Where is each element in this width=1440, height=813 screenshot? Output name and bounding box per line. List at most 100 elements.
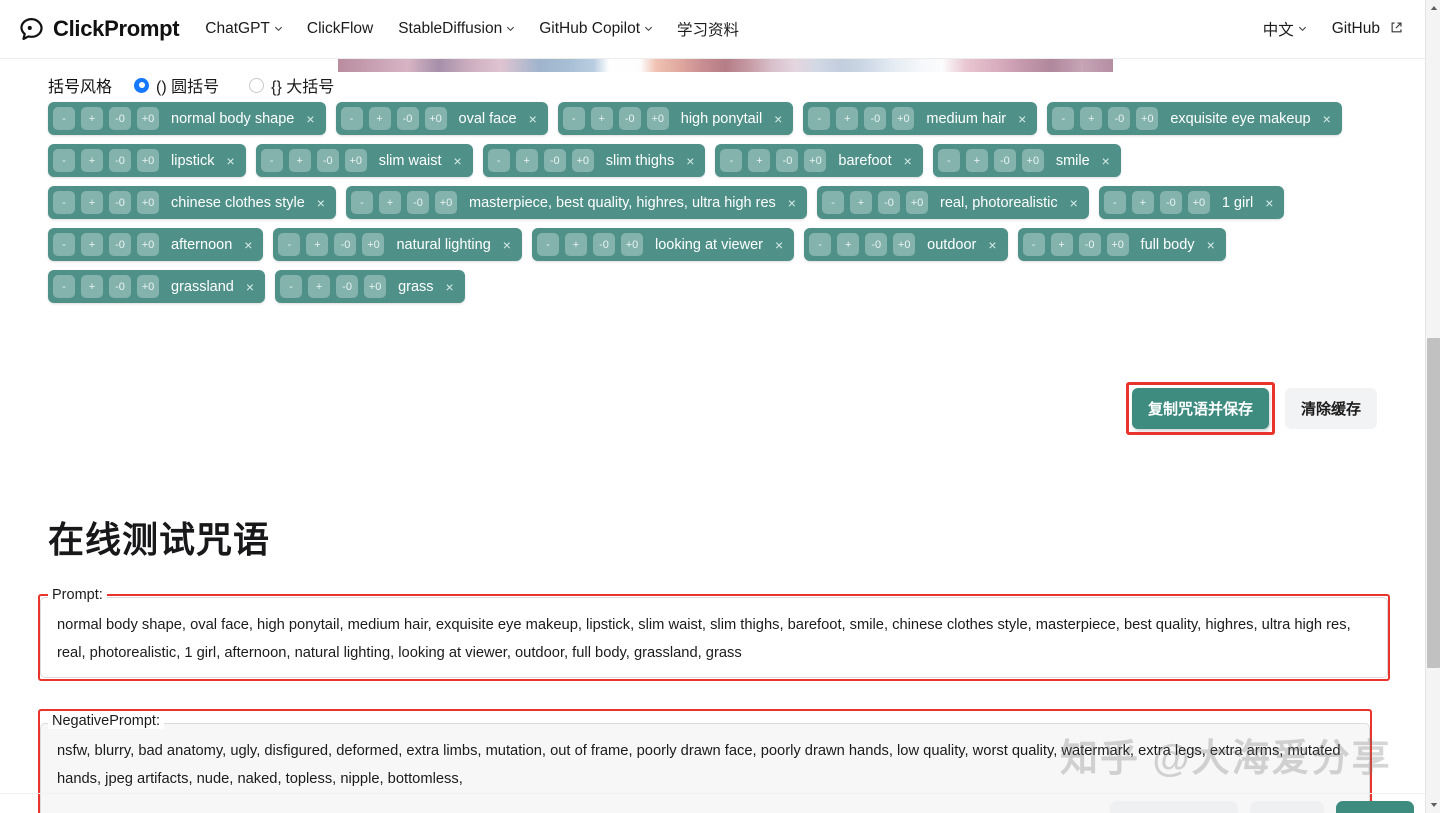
negative-prompt-textarea[interactable]: nsfw, blurry, bad anatomy, ugly, disfigu… (40, 723, 1370, 813)
tag-increment-button[interactable]: + (81, 149, 103, 172)
tag-decrement-zero-button[interactable]: -0 (334, 233, 357, 256)
tag-increment-zero-button[interactable]: +0 (137, 233, 159, 256)
tag-increment-button[interactable]: + (368, 107, 391, 130)
tag-increment-button[interactable]: + (81, 233, 103, 256)
tag-decrement-button[interactable]: - (53, 233, 75, 256)
tag-remove-icon[interactable]: × (446, 280, 454, 294)
tag-remove-icon[interactable]: × (1102, 154, 1110, 168)
radio-option-round-brackets[interactable]: () 圆括号 (134, 73, 219, 97)
tag-decrement-button[interactable]: - (53, 107, 75, 130)
scroll-up-arrow-icon[interactable] (1426, 0, 1440, 16)
tag-increment-button[interactable]: + (590, 107, 613, 130)
tag-increment-zero-button[interactable]: +0 (1187, 191, 1210, 214)
tag-increment-zero-button[interactable]: +0 (571, 149, 594, 172)
tag-increment-zero-button[interactable]: +0 (892, 107, 915, 130)
tag-increment-button[interactable]: + (849, 191, 872, 214)
tag-increment-zero-button[interactable]: +0 (424, 107, 447, 130)
tag-remove-icon[interactable]: × (686, 154, 694, 168)
tag-increment-zero-button[interactable]: +0 (364, 275, 387, 298)
tag-decrement-zero-button[interactable]: -0 (1159, 191, 1182, 214)
github-link[interactable]: GitHub (1332, 20, 1403, 38)
tag-remove-icon[interactable]: × (454, 154, 462, 168)
tag-remove-icon[interactable]: × (904, 154, 912, 168)
tag-increment-zero-button[interactable]: +0 (137, 191, 159, 214)
tag-increment-button[interactable]: + (1131, 191, 1154, 214)
tag-decrement-zero-button[interactable]: -0 (592, 233, 615, 256)
scroll-down-arrow-icon[interactable] (1426, 797, 1440, 813)
tag-remove-icon[interactable]: × (1207, 238, 1215, 252)
tag-increment-zero-button[interactable]: +0 (137, 275, 159, 298)
tag-decrement-button[interactable]: - (536, 233, 559, 256)
nav-item-chatgpt[interactable]: ChatGPT (205, 20, 282, 38)
tag-remove-icon[interactable]: × (529, 112, 537, 126)
radio-curly-brackets[interactable] (249, 77, 265, 93)
tag-remove-icon[interactable]: × (788, 196, 796, 210)
clear-cache-button[interactable]: 清除缓存 (1284, 388, 1377, 429)
nav-item-stablediffusion[interactable]: StableDiffusion (398, 20, 515, 38)
tag-decrement-zero-button[interactable]: -0 (109, 191, 131, 214)
tag-decrement-zero-button[interactable]: -0 (396, 107, 419, 130)
tag-increment-zero-button[interactable]: +0 (362, 233, 385, 256)
tag-decrement-button[interactable]: - (809, 233, 832, 256)
tag-remove-icon[interactable]: × (1018, 112, 1026, 126)
tag-increment-zero-button[interactable]: +0 (137, 107, 159, 130)
tag-decrement-button[interactable]: - (280, 275, 303, 298)
tag-remove-icon[interactable]: × (988, 238, 996, 252)
tag-increment-zero-button[interactable]: +0 (434, 191, 457, 214)
prompt-textarea[interactable]: normal body shape, oval face, high ponyt… (40, 597, 1388, 678)
tag-increment-zero-button[interactable]: +0 (1021, 149, 1044, 172)
tag-increment-button[interactable]: + (288, 149, 311, 172)
tag-decrement-zero-button[interactable]: -0 (1078, 233, 1101, 256)
tag-increment-zero-button[interactable]: +0 (646, 107, 669, 130)
tag-increment-button[interactable]: + (965, 149, 988, 172)
tag-decrement-button[interactable]: - (53, 191, 75, 214)
tag-decrement-button[interactable]: - (1103, 191, 1126, 214)
tag-increment-button[interactable]: + (306, 233, 329, 256)
tag-increment-button[interactable]: + (308, 275, 331, 298)
tag-increment-zero-button[interactable]: +0 (1136, 107, 1159, 130)
tag-increment-zero-button[interactable]: +0 (905, 191, 928, 214)
copy-and-save-button[interactable]: 复制咒语并保存 (1131, 388, 1269, 429)
tag-decrement-zero-button[interactable]: -0 (109, 233, 131, 256)
page-scrollbar[interactable] (1425, 0, 1440, 813)
tag-decrement-button[interactable]: - (821, 191, 844, 214)
tag-increment-button[interactable]: + (837, 233, 860, 256)
tag-decrement-button[interactable]: - (340, 107, 363, 130)
scrollbar-thumb[interactable] (1427, 338, 1440, 668)
tag-decrement-button[interactable]: - (278, 233, 301, 256)
tag-decrement-button[interactable]: - (53, 149, 75, 172)
tag-remove-icon[interactable]: × (1323, 112, 1331, 126)
tag-increment-zero-button[interactable]: +0 (137, 149, 159, 172)
bottom-button-2[interactable] (1250, 801, 1324, 813)
tag-decrement-button[interactable]: - (1052, 107, 1075, 130)
tag-remove-icon[interactable]: × (1265, 196, 1273, 210)
bottom-button-3[interactable] (1336, 801, 1414, 813)
tag-remove-icon[interactable]: × (775, 238, 783, 252)
tag-decrement-zero-button[interactable]: -0 (406, 191, 429, 214)
tag-decrement-button[interactable]: - (562, 107, 585, 130)
tag-decrement-zero-button[interactable]: -0 (109, 275, 131, 298)
tag-decrement-button[interactable]: - (487, 149, 510, 172)
nav-item-github-copilot[interactable]: GitHub Copilot (539, 20, 653, 38)
tag-increment-button[interactable]: + (515, 149, 538, 172)
tag-decrement-button[interactable]: - (808, 107, 831, 130)
tag-decrement-zero-button[interactable]: -0 (776, 149, 799, 172)
tag-remove-icon[interactable]: × (317, 196, 325, 210)
tag-increment-zero-button[interactable]: +0 (1106, 233, 1129, 256)
tag-decrement-zero-button[interactable]: -0 (109, 107, 131, 130)
tag-remove-icon[interactable]: × (246, 280, 254, 294)
tag-decrement-zero-button[interactable]: -0 (543, 149, 566, 172)
tag-decrement-zero-button[interactable]: -0 (618, 107, 641, 130)
tag-remove-icon[interactable]: × (503, 238, 511, 252)
tag-increment-zero-button[interactable]: +0 (804, 149, 827, 172)
tag-decrement-zero-button[interactable]: -0 (316, 149, 339, 172)
tag-decrement-button[interactable]: - (937, 149, 960, 172)
tag-increment-button[interactable]: + (564, 233, 587, 256)
tag-decrement-button[interactable]: - (260, 149, 283, 172)
tag-increment-zero-button[interactable]: +0 (344, 149, 367, 172)
tag-decrement-button[interactable]: - (1022, 233, 1045, 256)
tag-increment-button[interactable]: + (81, 275, 103, 298)
tag-increment-button[interactable]: + (378, 191, 401, 214)
tag-decrement-button[interactable]: - (720, 149, 743, 172)
tag-decrement-zero-button[interactable]: -0 (877, 191, 900, 214)
